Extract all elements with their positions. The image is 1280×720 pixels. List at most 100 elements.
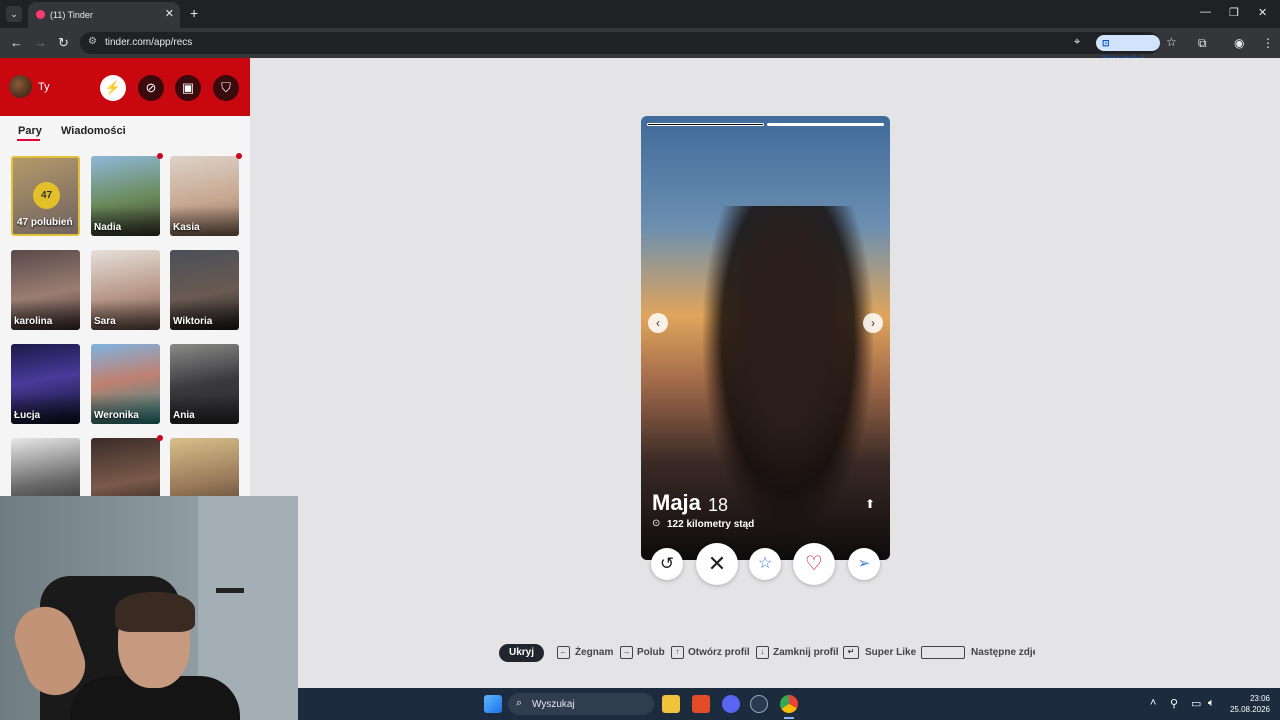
next-photo-button[interactable]: ›: [863, 313, 883, 333]
back-button[interactable]: ←: [10, 35, 23, 50]
tab-title: (11) Tinder: [50, 10, 93, 20]
forward-button[interactable]: →: [34, 35, 47, 50]
profile-label[interactable]: Ty: [38, 81, 50, 93]
close-window-button[interactable]: ✕: [1258, 6, 1267, 19]
photo-person: [703, 206, 873, 536]
search-icon: ⌕: [516, 697, 523, 709]
chrome-icon[interactable]: [780, 695, 798, 713]
match-name: Weronika: [94, 410, 139, 421]
close-tab-icon[interactable]: ✕: [165, 7, 174, 20]
hide-shortcuts-button[interactable]: Ukryj: [499, 644, 545, 662]
boost-send-button[interactable]: ➢: [848, 548, 880, 580]
photo-progress-segment[interactable]: [767, 123, 884, 126]
star-icon: ☆: [757, 555, 773, 572]
windows-start-icon[interactable]: [484, 695, 502, 713]
match-tile[interactable]: Sara: [91, 250, 160, 330]
bookmark-star-icon[interactable]: ☆: [1166, 35, 1177, 49]
file-explorer-icon[interactable]: [662, 695, 680, 713]
url-text: tinder.com/app/recs: [105, 37, 193, 48]
open-profile-arrow-icon[interactable]: ⬆: [861, 495, 879, 513]
super-like-button[interactable]: ☆: [749, 548, 781, 580]
left-key-icon: ←: [557, 646, 570, 659]
brave-icon[interactable]: [692, 695, 710, 713]
minimize-button[interactable]: —: [1200, 6, 1211, 18]
right-key-icon: →: [620, 646, 633, 659]
previous-photo-button[interactable]: ‹: [648, 313, 668, 333]
match-name: Sara: [94, 316, 116, 327]
explore-icon[interactable]: ⊘: [138, 75, 164, 101]
match-tile[interactable]: Ania: [170, 344, 239, 424]
steam-icon[interactable]: [750, 695, 768, 713]
nope-button[interactable]: ✕: [696, 543, 738, 585]
restore-button[interactable]: ❐: [1229, 6, 1239, 19]
match-tile[interactable]: Kasia: [170, 156, 239, 236]
active-tab-underline: [17, 139, 40, 141]
browser-tab-bar: ⌄ (11) Tinder ✕ + — ❐ ✕: [0, 0, 1280, 28]
site-info-icon[interactable]: ⚙: [88, 36, 97, 47]
network-icon[interactable]: ⚲: [1170, 697, 1178, 710]
boost-icon[interactable]: ⚡: [100, 75, 126, 101]
install-icon: ⊡: [1102, 38, 1110, 48]
clock-date: 25.08.2026: [1229, 705, 1270, 714]
briefcase-icon[interactable]: ▣: [175, 75, 201, 101]
door-handle: [216, 588, 244, 593]
shortcut-label: Super Like: [865, 647, 917, 658]
match-tile[interactable]: Łucja: [11, 344, 80, 424]
unread-dot: [236, 153, 242, 159]
match-tile[interactable]: karolina: [11, 250, 80, 330]
tab-messages[interactable]: Wiadomości: [61, 125, 126, 137]
new-tab-button[interactable]: +: [190, 5, 198, 21]
install-app-button[interactable]: ⊡ Zainstaluj: [1096, 35, 1160, 64]
match-name: Nadia: [94, 222, 122, 233]
browser-tab-tinder[interactable]: (11) Tinder ✕: [28, 2, 180, 28]
likes-label: 47 polubień: [17, 217, 73, 228]
shield-icon[interactable]: ⛉: [213, 75, 239, 101]
down-key-icon: ↓: [756, 646, 769, 659]
avatar[interactable]: [9, 75, 32, 98]
photo-progress: [647, 123, 884, 126]
shortcut-label: Zamknij profil: [773, 647, 839, 658]
likes-count-badge: 47: [33, 182, 60, 209]
extensions-icon[interactable]: ⧉: [1198, 36, 1207, 51]
search-placeholder: Wyszukaj: [532, 699, 575, 710]
tab-matches[interactable]: Pary: [18, 125, 42, 137]
location-icon[interactable]: ⌖: [1074, 36, 1080, 49]
clock-time: 23:06: [1249, 694, 1270, 703]
display-icon[interactable]: ▭: [1191, 697, 1201, 710]
volume-icon[interactable]: 🔈︎: [1208, 697, 1215, 710]
taskbar-clock[interactable]: 23:06 25.08.2026: [1230, 693, 1270, 715]
shortcut-label: Żegnam: [575, 647, 614, 658]
tray-chevron-icon[interactable]: ˄: [1150, 697, 1156, 709]
x-icon: ✕: [707, 551, 727, 576]
tinder-favicon-icon: [36, 10, 45, 19]
rewind-button[interactable]: ↺: [651, 548, 683, 580]
profile-name: Maja: [652, 490, 701, 515]
photo-progress-segment[interactable]: [647, 123, 764, 126]
like-button[interactable]: ♡: [793, 543, 835, 585]
webcam-overlay: [0, 496, 298, 720]
match-tile[interactable]: Wiktoria: [170, 250, 239, 330]
match-tile[interactable]: Nadia: [91, 156, 160, 236]
taskbar-search[interactable]: ⌕ Wyszukaj: [508, 693, 654, 715]
match-name: Łucja: [14, 410, 41, 421]
space-key-icon: [921, 646, 965, 659]
menu-icon[interactable]: ⋮: [1262, 36, 1274, 50]
likes-tile[interactable]: 47 47 polubień: [11, 156, 80, 236]
profile-card[interactable]: ‹ › Maja 18 ⊙ 122 kilometry stąd ⬆: [641, 116, 890, 560]
match-tile[interactable]: Weronika: [91, 344, 160, 424]
discord-icon[interactable]: [722, 695, 740, 713]
person-hair: [115, 592, 195, 632]
up-key-icon: ↑: [671, 646, 684, 659]
match-name: Ania: [173, 410, 195, 421]
profile-icon[interactable]: ◉: [1234, 36, 1244, 50]
windows-taskbar: ⌕ Wyszukaj ˄ ⚲ ▭ 🔈︎ 23:06 25.08.2026: [298, 688, 1280, 720]
tab-search-button[interactable]: ⌄: [6, 6, 22, 22]
shortcut-label: Następne zdję: [971, 647, 1035, 658]
address-bar[interactable]: ⚙ tinder.com/app/recs ⌖ ⊡ Zainstaluj ☆: [80, 32, 1177, 64]
sidebar-header: Ty ⚡ ⊘ ▣ ⛉: [0, 58, 250, 116]
unread-dot: [157, 435, 163, 441]
send-icon: ➢: [857, 555, 871, 572]
reload-button[interactable]: ↻: [58, 35, 69, 51]
active-app-indicator: [784, 717, 794, 719]
shortcut-label: Polub: [637, 647, 665, 658]
